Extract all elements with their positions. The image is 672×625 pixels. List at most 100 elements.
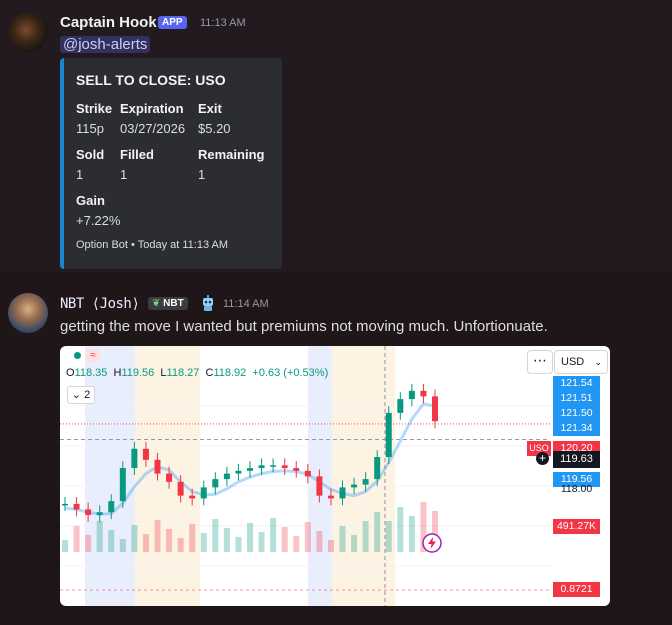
candle-body: [304, 470, 311, 477]
candle-body: [420, 390, 427, 397]
candle-body: [374, 457, 381, 480]
price-label: 121.50: [553, 406, 600, 421]
embed-footer: Option Bot • Today at 11:13 AM: [76, 239, 229, 251]
volume-bar: [385, 521, 392, 552]
currency-dropdown[interactable]: USD ⌄: [554, 350, 608, 374]
candle-body: [293, 468, 300, 471]
volume-bar: [119, 539, 126, 552]
field-value-strike: 115p: [76, 121, 104, 136]
avatar[interactable]: [8, 293, 48, 333]
candle-body: [270, 465, 277, 467]
field-label-strike: Strike: [76, 101, 113, 116]
server-tag-badge[interactable]: ❦ NBT: [148, 297, 188, 310]
volume-bar: [339, 526, 346, 552]
price-label: 121.51: [553, 391, 600, 406]
candle-body: [142, 448, 149, 460]
candle-body: [327, 495, 334, 499]
candlestick-chart: [60, 346, 550, 606]
candle-body: [85, 509, 92, 515]
field-value-exit: $5.20: [198, 121, 231, 136]
volume-bar: [351, 535, 358, 552]
volume-bar: [374, 512, 381, 552]
volume-bar: [108, 530, 115, 552]
interval-dropdown[interactable]: ⌄ 2: [67, 386, 95, 404]
lightning-icon[interactable]: [421, 532, 443, 554]
volume-bar: [142, 534, 149, 552]
candle-body: [351, 484, 358, 488]
chart-header-icons: ≈: [66, 349, 102, 364]
volume-bar: [362, 521, 369, 552]
volume-bar: [131, 525, 138, 552]
volume-bar: [96, 521, 103, 552]
timestamp: 11:13 AM: [200, 17, 246, 29]
server-tag-label: NBT: [163, 298, 184, 309]
field-label-gain: Gain: [76, 193, 105, 208]
volume-bar: [223, 528, 230, 552]
timestamp: 11:14 AM: [223, 298, 269, 310]
volume-bar: [85, 535, 92, 552]
wave-icon: ≈: [86, 349, 100, 362]
candle-body: [108, 501, 115, 513]
alert-embed: SELL TO CLOSE: USO Strike 115p Expiratio…: [60, 58, 282, 269]
volume-bar: [62, 540, 68, 552]
robot-icon: [203, 295, 213, 311]
field-value-gain: +7.22%: [76, 213, 121, 228]
leaf-icon: ❦: [152, 298, 161, 309]
candle-body: [362, 479, 369, 485]
current-price-label: 119.63: [553, 451, 600, 468]
volume-bar: [235, 537, 242, 552]
avatar[interactable]: [8, 12, 48, 52]
volume-bar: [397, 507, 404, 552]
chevron-down-icon: ⌄: [594, 357, 602, 367]
session-band: [85, 346, 135, 606]
volume-bar: [293, 536, 300, 552]
ohlc-legend: O118.35 H119.56 L118.27 C118.92 +0.63 (+…: [66, 367, 329, 379]
price-label: 121.54: [553, 376, 600, 391]
market-open-dot-icon: [74, 352, 81, 359]
message-text: getting the move I wanted but premiums n…: [60, 318, 548, 335]
field-value-sold: 1: [76, 167, 84, 182]
more-options-button[interactable]: ⋯: [527, 350, 553, 374]
field-value-filled: 1: [120, 167, 128, 182]
chevron-down-icon: ⌄: [71, 389, 82, 401]
embed-title: SELL TO CLOSE: USO: [76, 72, 226, 88]
chart-screenshot[interactable]: ≈ O118.35 H119.56 L118.27 C118.92 +0.63 …: [60, 346, 610, 606]
candle-body: [200, 487, 207, 499]
candle-body: [96, 512, 103, 515]
volume-bar: [177, 538, 184, 552]
field-label-filled: Filled: [120, 147, 154, 162]
field-label-remaining: Remaining: [198, 147, 265, 162]
candle-body: [154, 459, 161, 474]
candle-body: [258, 465, 265, 469]
volume-bar: [200, 533, 207, 552]
indicator-label: 0.8721: [553, 582, 600, 597]
volume-bar: [189, 524, 196, 552]
volume-bar: [270, 518, 277, 552]
session-band: [332, 346, 395, 606]
field-label-sold: Sold: [76, 147, 105, 162]
candle-body: [177, 481, 184, 496]
app-badge: APP: [158, 16, 187, 29]
author-name[interactable]: Captain Hook: [60, 14, 157, 31]
field-label-exit: Exit: [198, 101, 222, 116]
candle-body: [223, 473, 230, 480]
add-plus-icon[interactable]: +: [536, 452, 549, 465]
volume-bar: [281, 527, 288, 552]
volume-label: 491.27K: [553, 519, 600, 534]
volume-bar: [73, 526, 80, 552]
volume-bar: [408, 516, 415, 552]
candle-body: [119, 468, 126, 502]
role-mention[interactable]: @josh-alerts: [60, 36, 151, 53]
candle-body: [281, 465, 288, 469]
candle-body: [385, 412, 392, 458]
candle-body: [247, 468, 253, 471]
author-name[interactable]: NBT ⟨Josh⟩: [60, 296, 140, 312]
price-scale-label: 118.00: [560, 483, 593, 495]
candle-body: [235, 470, 242, 474]
field-label-expiration: Expiration: [120, 101, 184, 116]
price-label: 121.34: [553, 421, 600, 436]
volume-bar: [166, 529, 173, 552]
volume-bar: [258, 532, 265, 552]
candle-body: [397, 399, 404, 413]
candle-body: [62, 503, 68, 506]
